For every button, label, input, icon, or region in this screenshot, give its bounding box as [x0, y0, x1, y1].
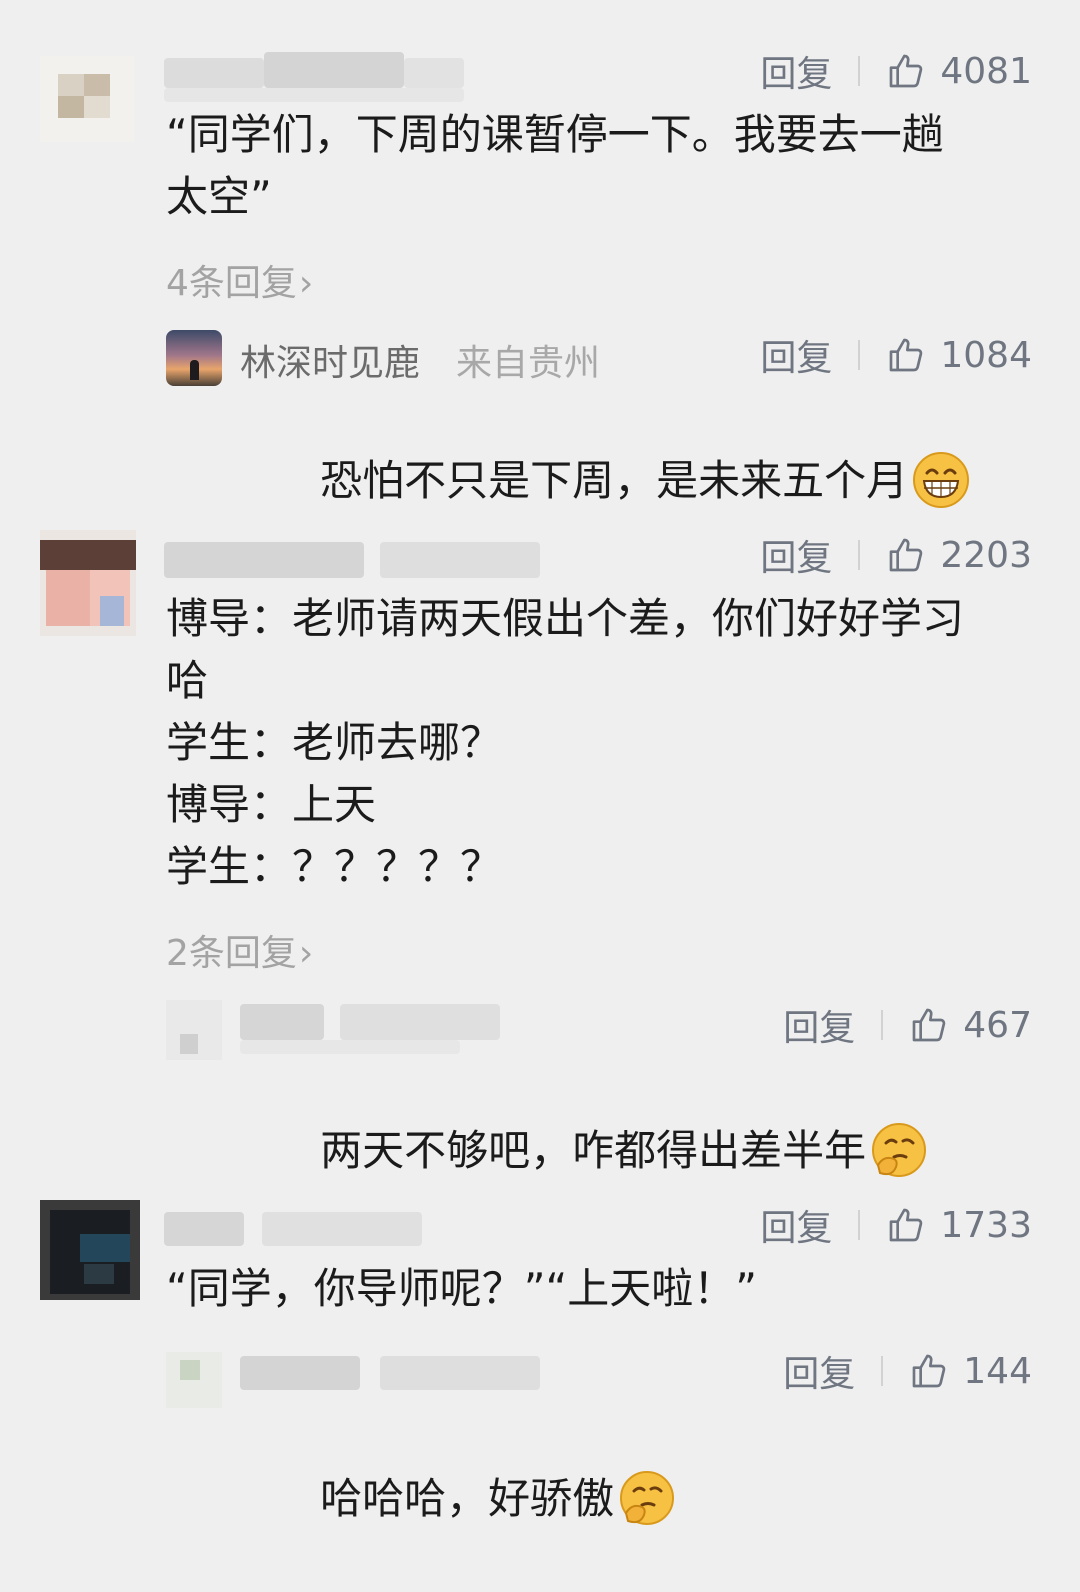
more-replies-link[interactable]: 2条回复›: [166, 924, 313, 976]
more-replies-label: 2条回复: [166, 933, 297, 974]
like-button[interactable]: 1084: [886, 335, 1032, 376]
like-button[interactable]: 1733: [886, 1205, 1032, 1246]
like-count: 1733: [940, 1204, 1032, 1246]
comment-actions: 回复 2203: [760, 530, 1032, 580]
divider: [858, 540, 861, 570]
comment-text: 博导：老师请两天假出个差，你们好好学习 哈 学生：老师去哪？ 博导：上天 学生：…: [166, 594, 965, 891]
divider: [858, 340, 861, 370]
reply-text-content: 恐怕不只是下周，是未来五个月: [320, 456, 909, 505]
divider: [881, 1356, 884, 1386]
thumbs-up-icon: [912, 1354, 946, 1388]
reply-button[interactable]: 回复: [783, 1345, 855, 1397]
like-button[interactable]: 467: [909, 1005, 1032, 1046]
avatar[interactable]: [40, 1200, 140, 1300]
grin-emoji: [913, 451, 970, 508]
reply-location: 来自贵州: [456, 343, 601, 384]
comment-actions: 回复 4081: [760, 46, 1032, 96]
thumbs-up-icon: [912, 1008, 946, 1042]
chevron-right-icon: ›: [298, 263, 314, 304]
more-replies-label: 4条回复: [166, 263, 297, 304]
thumbs-up-icon: [890, 54, 923, 88]
divider: [881, 1010, 884, 1040]
reply-button[interactable]: 回复: [783, 999, 855, 1051]
like-button[interactable]: 144: [909, 1351, 1032, 1392]
avatar[interactable]: [40, 56, 134, 142]
chevron-right-icon: ›: [298, 933, 314, 974]
divider: [858, 56, 861, 86]
like-button[interactable]: 2203: [886, 535, 1032, 576]
reply-button[interactable]: 回复: [760, 1199, 832, 1251]
reply-avatar[interactable]: [166, 330, 222, 386]
reply-actions: 回复 1084: [760, 330, 1032, 380]
comment-text: “同学们，下周的课暂停一下。我要去一趟 太空”: [166, 110, 944, 221]
comment-actions: 回复 1733: [760, 1200, 1032, 1250]
reply-actions: 回复 467: [783, 1000, 1032, 1050]
reply-text-content: 哈哈哈，好骄傲: [320, 1474, 615, 1523]
reply-text-content: 两天不够吧，咋都得出差半年: [320, 1126, 867, 1175]
reply-actions: 回复 144: [783, 1346, 1032, 1396]
thumbs-up-icon: [890, 338, 923, 372]
reply-nickname[interactable]: 林深时见鹿: [240, 334, 420, 386]
thinking-emoji: [620, 1470, 675, 1525]
more-replies-link[interactable]: 4条回复›: [166, 254, 313, 306]
like-count: 2203: [940, 534, 1032, 576]
thinking-emoji: [872, 1122, 927, 1177]
avatar[interactable]: [40, 530, 136, 636]
thumbs-up-icon: [890, 538, 923, 572]
reply-button[interactable]: 回复: [760, 529, 832, 581]
like-count: 4081: [940, 50, 1032, 92]
thumbs-up-icon: [890, 1208, 923, 1242]
reply-avatar[interactable]: [166, 1000, 222, 1060]
reply-button[interactable]: 回复: [760, 329, 832, 381]
comment-text: “同学，你导师呢？”“上天啦！”: [166, 1264, 758, 1313]
like-count: 467: [963, 1004, 1032, 1046]
reply-text: 哈哈哈，好骄傲: [240, 1406, 1040, 1592]
like-count: 1084: [940, 334, 1032, 376]
divider: [858, 1210, 861, 1240]
like-button[interactable]: 4081: [886, 51, 1032, 92]
reply-button[interactable]: 回复: [760, 45, 832, 97]
reply-avatar[interactable]: [166, 1352, 222, 1408]
like-count: 144: [963, 1350, 1032, 1392]
